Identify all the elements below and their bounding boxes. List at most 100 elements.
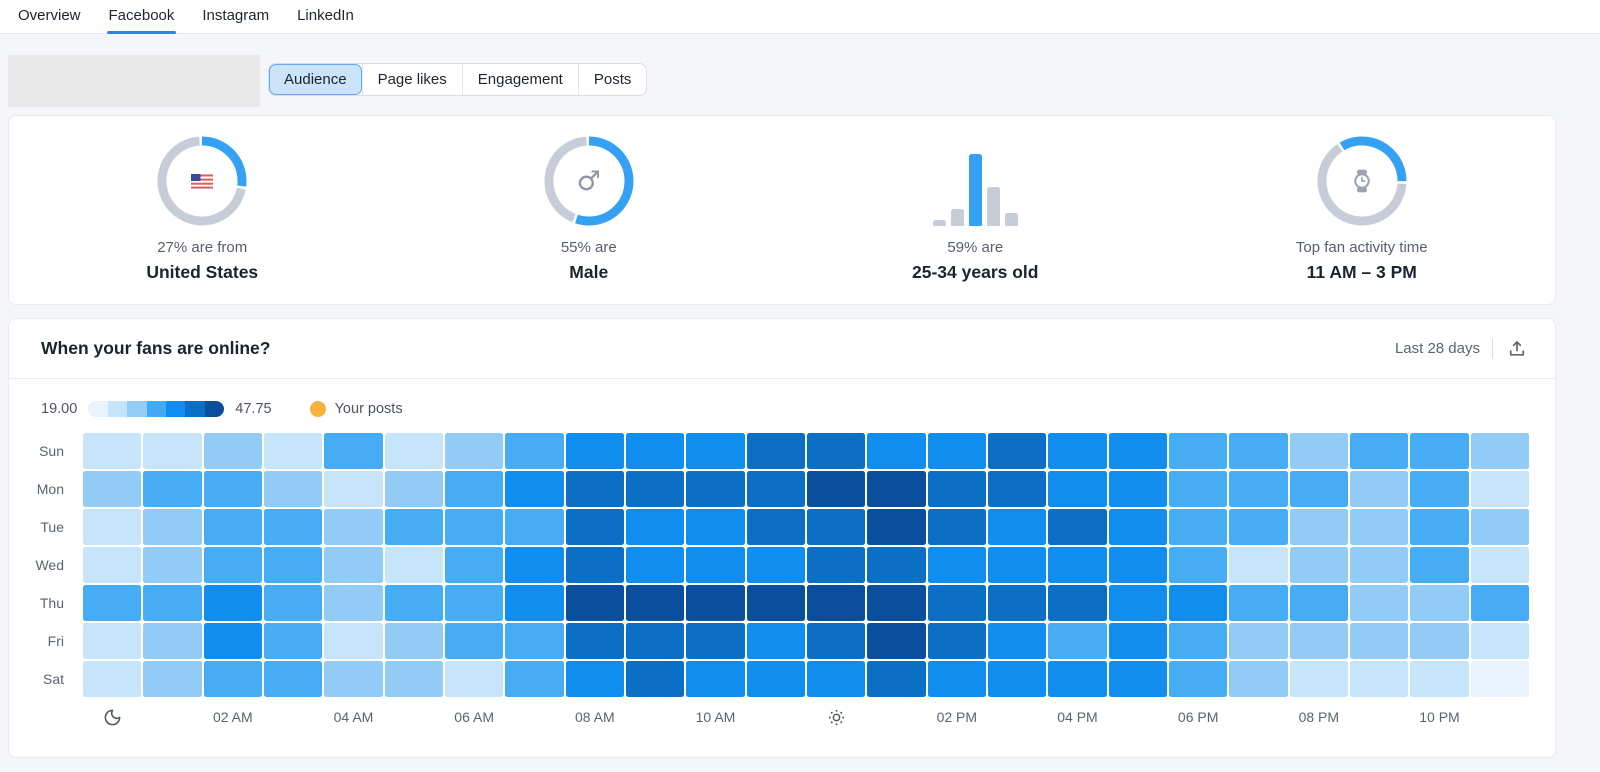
heatmap-cell	[83, 623, 141, 659]
stat-value: United States	[146, 262, 258, 283]
nav-item-overview[interactable]: Overview	[8, 0, 91, 33]
heatmap-cell	[1048, 547, 1106, 583]
heatmap-cell	[1290, 509, 1348, 545]
row-label-wed: Wed	[33, 547, 83, 583]
heatmap-cell	[385, 471, 443, 507]
heatmap-cell	[1169, 585, 1227, 621]
heatmap-cell	[1290, 547, 1348, 583]
your-posts-dot-icon	[310, 401, 326, 417]
heatmap-cell	[747, 585, 805, 621]
heatmap-cell	[143, 471, 201, 507]
export-button[interactable]	[1505, 337, 1529, 361]
heatmap-cell	[505, 433, 563, 469]
heatmap-cell	[747, 547, 805, 583]
heatmap-cell	[1109, 661, 1167, 697]
heatmap-cell	[1290, 623, 1348, 659]
axis-empty-cell	[747, 701, 805, 733]
facebook-analytics-page: Overview Facebook Instagram LinkedIn Audien…	[0, 0, 1600, 772]
axis-label-cell: 06 PM	[1169, 701, 1227, 733]
heatmap-cell	[1048, 585, 1106, 621]
heatmap-cell	[1229, 547, 1287, 583]
color-scale-segment	[205, 401, 224, 417]
heatmap-cell	[445, 547, 503, 583]
heatmap-cell	[686, 471, 744, 507]
heatmap-cell	[928, 471, 986, 507]
heatmap-cell	[747, 661, 805, 697]
heatmap-cell	[1410, 471, 1468, 507]
heatmap-cell	[626, 547, 684, 583]
heatmap-cell	[1169, 433, 1227, 469]
heatmap-cell	[867, 433, 925, 469]
stat-value: 25-34 years old	[912, 262, 1038, 283]
heatmap-cell	[566, 433, 624, 469]
heatmap-cell	[807, 585, 865, 621]
heatmap-cell	[1109, 547, 1167, 583]
heatmap-cell	[1109, 509, 1167, 545]
heatmap-cell	[807, 661, 865, 697]
heatmap-cell	[1350, 547, 1408, 583]
stat-donut: ♂	[544, 136, 634, 226]
fans-online-header: When your fans are online? Last 28 days	[9, 319, 1555, 379]
heatmap-cell	[1290, 471, 1348, 507]
heatmap-cell	[445, 433, 503, 469]
heatmap-cell	[1350, 623, 1408, 659]
nav-item-label: Instagram	[202, 7, 269, 24]
nav-item-label: Facebook	[109, 7, 175, 24]
heatmap-cell	[566, 661, 624, 697]
heatmap-cell	[626, 623, 684, 659]
color-scale-segment	[185, 401, 204, 417]
heatmap-cell	[867, 661, 925, 697]
axis-empty-cell	[626, 701, 684, 733]
tab-engagement[interactable]: Engagement	[462, 64, 578, 95]
stat-caption: 55% are	[561, 239, 617, 256]
heatmap-cell	[1350, 433, 1408, 469]
heatmap-cell	[867, 509, 925, 545]
heatmap-cell	[143, 623, 201, 659]
heatmap-cell	[807, 547, 865, 583]
axis-empty-cell	[988, 701, 1046, 733]
nav-item-facebook[interactable]: Facebook	[99, 0, 185, 33]
heatmap-cell	[566, 585, 624, 621]
heatmap-cell	[566, 471, 624, 507]
row-label-fri: Fri	[33, 623, 83, 659]
heatmap-cell	[505, 547, 563, 583]
heatmap-cell	[143, 509, 201, 545]
heatmap-cell	[385, 585, 443, 621]
scale-min-label: 19.00	[41, 401, 77, 417]
heatmap-cell	[385, 509, 443, 545]
heatmap-cell	[928, 585, 986, 621]
heatmap-cell	[1109, 623, 1167, 659]
tab-posts[interactable]: Posts	[578, 64, 647, 95]
heatmap-cell	[505, 585, 563, 621]
age-bars-icon	[933, 148, 1018, 226]
heatmap-cell	[83, 661, 141, 697]
nav-item-linkedin[interactable]: LinkedIn	[287, 0, 364, 33]
tab-page-likes[interactable]: Page likes	[362, 64, 462, 95]
male-symbol-icon: ♂	[577, 166, 601, 197]
tab-audience[interactable]: Audience	[269, 64, 362, 95]
heatmap-cell	[1350, 661, 1408, 697]
heatmap-cell	[1410, 623, 1468, 659]
heatmap-cell	[204, 585, 262, 621]
age-bar	[933, 220, 946, 226]
heatmap-cell	[626, 585, 684, 621]
row-label-thu: Thu	[33, 585, 83, 621]
report-tab-group: AudiencePage likesEngagementPosts	[268, 63, 647, 96]
heatmap-cell	[747, 471, 805, 507]
heatmap-grid	[83, 433, 1529, 697]
heatmap-cell	[204, 547, 262, 583]
axis-label-cell: 08 PM	[1290, 701, 1348, 733]
stat-donut	[157, 136, 247, 226]
heatmap-cell	[867, 471, 925, 507]
heatmap-cell	[807, 623, 865, 659]
heatmap-cell	[988, 509, 1046, 545]
heatmap-cell	[264, 471, 322, 507]
heatmap-cell	[988, 661, 1046, 697]
heatmap-cell	[928, 661, 986, 697]
heatmap-cell	[264, 661, 322, 697]
row-label-mon: Mon	[33, 471, 83, 507]
heatmap-cell	[686, 433, 744, 469]
heatmap-cell	[83, 509, 141, 545]
nav-item-instagram[interactable]: Instagram	[192, 0, 279, 33]
heatmap-cell	[1350, 471, 1408, 507]
